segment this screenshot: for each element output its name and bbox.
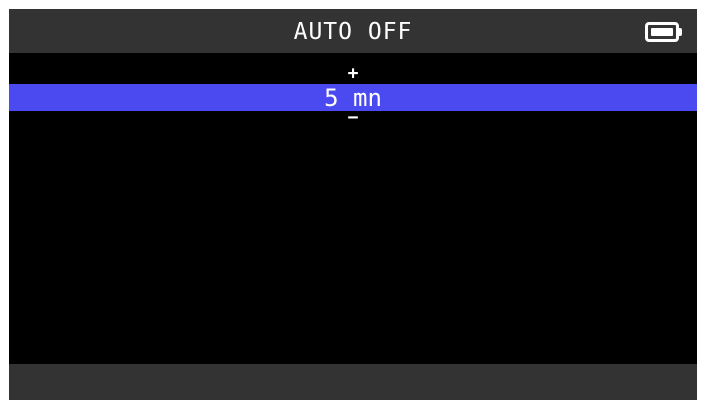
increment-button[interactable]: + (9, 63, 697, 85)
device-frame: AUTO OFF + 5 mn − (0, 0, 707, 405)
battery-level (651, 28, 673, 36)
battery-icon (645, 22, 682, 42)
device-screen: AUTO OFF + 5 mn − (9, 9, 697, 400)
page-title: AUTO OFF (293, 19, 413, 45)
footer-bar (9, 364, 697, 400)
header-bar: AUTO OFF (9, 9, 697, 53)
battery-terminal (679, 28, 682, 36)
decrement-button[interactable]: − (9, 109, 697, 131)
